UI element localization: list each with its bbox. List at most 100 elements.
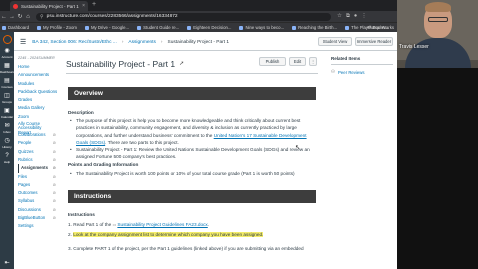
new-tab-icon[interactable]: + xyxy=(92,1,96,8)
bookmark-drive[interactable]: My Drive - Google... xyxy=(84,25,129,30)
course-nav-label: Assignments xyxy=(21,165,48,171)
address-bar: ← → ↻ ⌂ ⚲ psu.instructure.com/courses/22… xyxy=(0,11,397,22)
course-nav-files[interactable]: Files ⊘ xyxy=(18,173,56,181)
course-nav-announcements[interactable]: Announcements xyxy=(18,71,56,79)
points-label: Points and Grading Information xyxy=(68,162,139,168)
browser-tab[interactable]: Sustainability Project - Part 1 × xyxy=(10,1,88,11)
course-nav-media-gallery[interactable]: Media Gallery xyxy=(18,104,56,112)
course-nav-ally-course-accessibility-report[interactable]: Ally Course Accessibility Report xyxy=(18,121,56,134)
hidden-from-students-icon[interactable]: ⊘ xyxy=(53,156,56,164)
global-nav-account[interactable]: ◉ Account xyxy=(0,48,14,59)
hidden-from-students-icon[interactable]: ⊘ xyxy=(53,131,56,139)
global-nav-label: Calendar xyxy=(0,115,14,119)
instructions-heading: Instructions xyxy=(68,190,316,203)
breadcrumb-assignments[interactable]: Assignments xyxy=(128,40,155,45)
guidelines-docx-link[interactable]: Sustainability Project Guidelines FA23.d… xyxy=(117,222,207,227)
overview-body: Description The purpose of this project … xyxy=(68,109,316,177)
course-nav-outcomes[interactable]: Outcomes ⊘ xyxy=(18,189,56,197)
course-nav-label: Packback Questions xyxy=(18,88,58,94)
back-icon[interactable]: ← xyxy=(0,14,8,20)
lock-icon: ⚲ xyxy=(40,13,44,20)
course-nav-collaborations[interactable]: Collaborations ⊘ xyxy=(18,131,56,139)
inbox-icon: ✉ xyxy=(4,123,10,129)
bookmark-birth[interactable]: Reaching the Birth... xyxy=(292,25,337,30)
hidden-from-students-icon[interactable]: ⊘ xyxy=(53,206,56,214)
url-input[interactable]: ⚲ psu.instructure.com/courses/2283566/as… xyxy=(36,12,331,21)
course-nav-label: Announcements xyxy=(18,72,50,78)
course-nav-modules[interactable]: Modules xyxy=(18,80,56,88)
course-nav-quizzes[interactable]: Quizzes ⊘ xyxy=(18,148,56,156)
global-nav-inbox[interactable]: ✉ Inbox xyxy=(0,123,14,134)
hidden-from-students-icon[interactable]: ⊘ xyxy=(53,164,56,172)
home-icon[interactable]: ⌂ xyxy=(24,14,32,20)
breadcrumb: ☰ BA 342, Section 006: Rec/Sustn/Ethc ..… xyxy=(20,36,229,48)
extensions-icon[interactable]: ⧉ xyxy=(346,13,350,20)
instructions-heading-text: Instructions xyxy=(74,193,112,200)
course-nav-rubrics[interactable]: Rubrics ⊘ xyxy=(18,156,56,164)
global-nav-dashboard[interactable]: ▦ Dashboard xyxy=(0,63,15,74)
course-nav-people[interactable]: People ⊘ xyxy=(18,139,56,147)
bookmark-student-guide[interactable]: Student Guide re... xyxy=(137,25,179,30)
hidden-from-students-icon[interactable]: ⊘ xyxy=(53,173,56,181)
overview-bullet-part1: Sustainability Project - Part 1: Review … xyxy=(68,146,316,160)
mastery-paths-icon[interactable]: ➚ xyxy=(179,60,184,67)
breadcrumb-course[interactable]: BA 342, Section 006: Rec/Sustn/Ethc ... xyxy=(32,40,117,45)
step-2: 2. Look at the company assignment list t… xyxy=(68,232,264,238)
hidden-from-students-icon[interactable]: ⊘ xyxy=(53,181,56,189)
student-view-button[interactable]: Student View xyxy=(318,37,352,46)
close-tab-icon[interactable]: × xyxy=(82,3,85,9)
course-nav-label: Grades xyxy=(18,97,33,103)
course-nav-bigbluebutton[interactable]: BigBlueButton ⊘ xyxy=(18,214,56,222)
hidden-from-students-icon[interactable]: ⊘ xyxy=(53,139,56,147)
url-text: psu.instructure.com/courses/2283566/assi… xyxy=(46,14,178,19)
edit-button[interactable]: Edit xyxy=(289,57,306,66)
edit-label: Edit xyxy=(293,59,302,64)
course-nav-zoom[interactable]: Zoom xyxy=(18,113,56,121)
hidden-from-students-icon[interactable]: ⊘ xyxy=(53,214,56,222)
hidden-from-students-icon[interactable]: ⊘ xyxy=(53,189,56,197)
course-nav-grades[interactable]: Grades xyxy=(18,96,56,104)
all-bookmarks[interactable]: All Bookmarks xyxy=(367,25,394,30)
bookmark-nine-ways[interactable]: Nine ways to beco... xyxy=(239,25,284,30)
collapse-nav-icon[interactable]: ⇤ xyxy=(0,259,14,266)
global-nav-calendar[interactable]: ▣ Calendar xyxy=(0,108,14,119)
bookmark-zoom[interactable]: My Profile - Zoom xyxy=(37,25,77,30)
bookmark-eighteen[interactable]: Eighteen Decision... xyxy=(187,25,231,30)
publish-button[interactable]: Publish xyxy=(259,57,286,66)
star-icon[interactable]: ☆ xyxy=(337,13,342,20)
global-nav-label: Groups xyxy=(2,100,12,104)
peer-reviews-link[interactable]: ⚇ Peer Reviews xyxy=(331,69,393,75)
global-nav-label: Courses xyxy=(1,85,13,89)
hidden-from-students-icon[interactable]: ⊘ xyxy=(53,197,56,205)
course-nav-settings[interactable]: Settings xyxy=(18,222,56,230)
course-nav-syllabus[interactable]: Syllabus ⊘ xyxy=(18,197,56,205)
profile-icon[interactable]: ● xyxy=(354,13,357,20)
course-nav-label: People xyxy=(18,140,32,146)
hidden-from-students-icon[interactable]: ⊘ xyxy=(53,148,56,156)
reload-icon[interactable]: ↻ xyxy=(16,13,24,20)
course-nav-packback-questions[interactable]: Packback Questions xyxy=(18,88,58,96)
psu-logo-icon[interactable] xyxy=(2,35,12,44)
course-nav-assignments[interactable]: Assignments ⊘ xyxy=(18,164,56,173)
immersive-reader-button[interactable]: Immersive Reader xyxy=(355,37,393,46)
hamburger-icon[interactable]: ☰ xyxy=(20,38,26,46)
global-nav-label: Help xyxy=(3,160,11,164)
course-nav-discussions[interactable]: Discussions ⊘ xyxy=(18,206,56,214)
overview-bullet-points: The Sustainability Project is worth 100 … xyxy=(68,170,316,177)
more-options-button[interactable]: ⋮ xyxy=(309,57,317,66)
account-icon: ◉ xyxy=(4,48,10,54)
course-nav-pages[interactable]: Pages ⊘ xyxy=(18,181,56,189)
title-divider xyxy=(66,73,318,74)
course-nav-home[interactable]: Home xyxy=(18,63,56,71)
global-nav-groups[interactable]: ◫ Groups xyxy=(0,93,14,104)
instructions-label: Instructions xyxy=(68,212,95,217)
global-nav-history[interactable]: ◷ History xyxy=(0,138,14,149)
forward-icon[interactable]: → xyxy=(8,14,16,20)
peer-reviews-label: Peer Reviews xyxy=(338,69,365,75)
immersive-reader-label: Immersive Reader xyxy=(356,39,392,44)
global-nav-courses[interactable]: ▤ Courses xyxy=(0,78,14,89)
menu-icon[interactable]: ⋮ xyxy=(361,13,367,20)
global-nav-help[interactable]: ? Help xyxy=(0,153,14,164)
course-nav-label: Rubrics xyxy=(18,156,33,162)
bookmark-dashboard[interactable]: Dashboard xyxy=(2,25,29,30)
